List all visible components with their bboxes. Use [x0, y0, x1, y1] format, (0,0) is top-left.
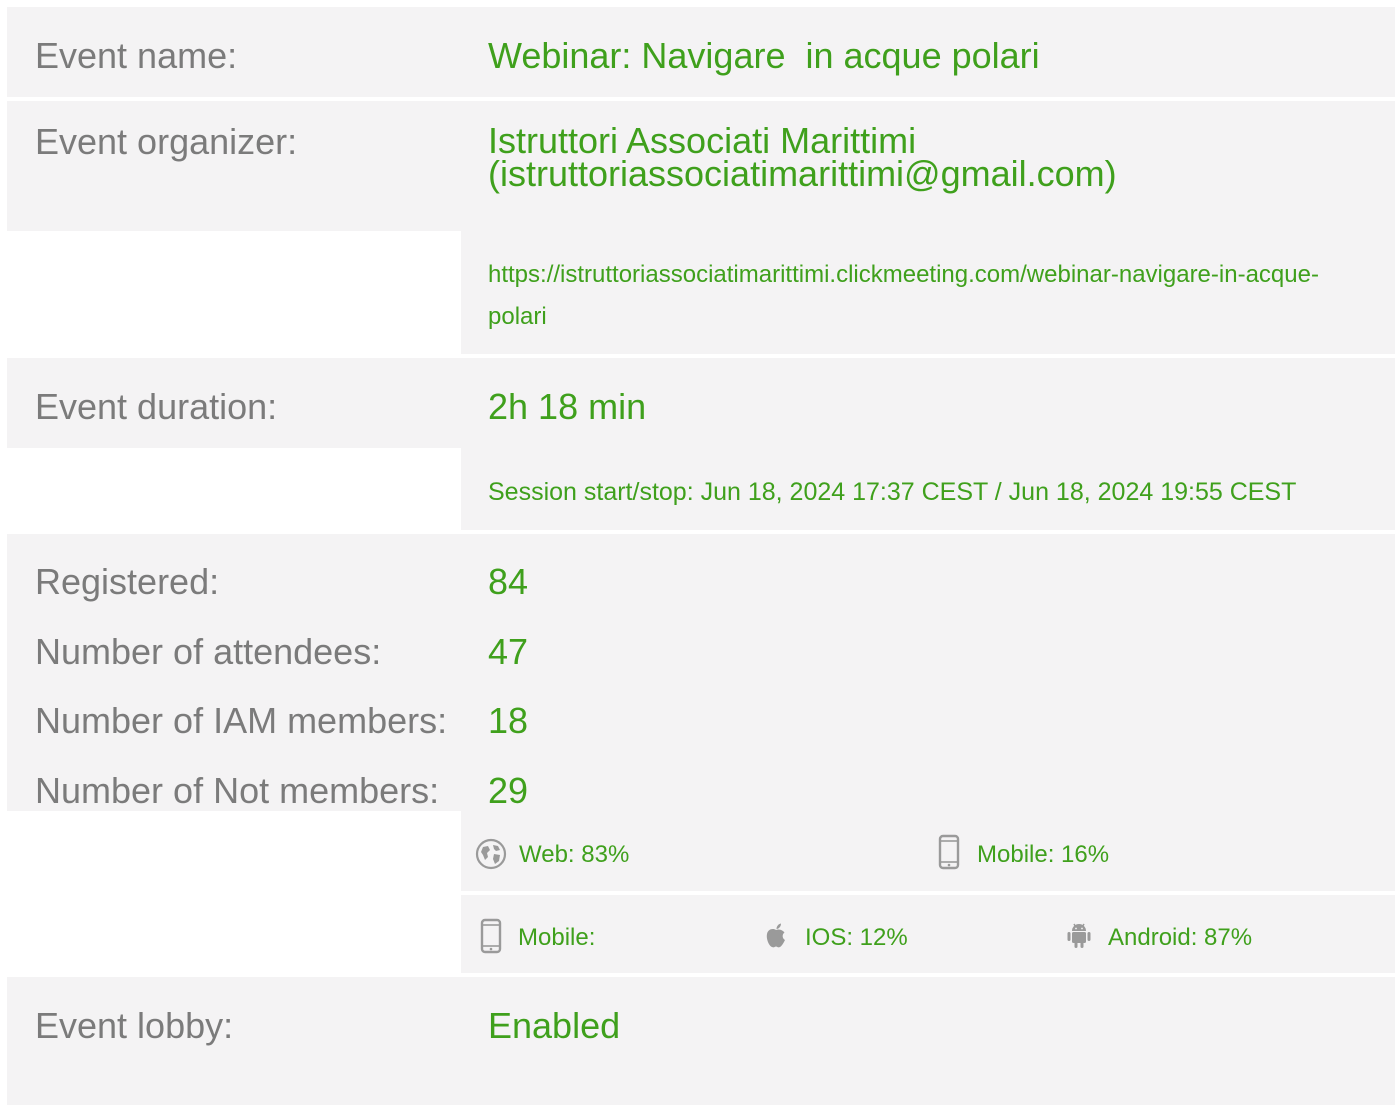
ios-percent: IOS: 12%: [805, 924, 908, 951]
event-lobby-value: Enabled: [488, 1005, 621, 1046]
event-duration-value: 2h 18 min: [488, 386, 647, 427]
registered-label: Registered:: [35, 561, 220, 602]
event-duration-label: Event duration:: [35, 386, 278, 427]
event-organizer-label: Event organizer:: [35, 121, 298, 162]
not-members-label: Number of Not members:: [35, 770, 440, 811]
mobile-percent: Mobile: 16%: [977, 841, 1110, 868]
apple-icon: [764, 923, 788, 949]
event-organizer-value: Istruttori Associati Marittimi (istrutto…: [488, 122, 1117, 195]
mobile-os-row: [461, 895, 1395, 973]
not-members-value: 29: [488, 770, 529, 811]
attendees-value: 47: [488, 631, 529, 672]
session-start-stop: Session start/stop: Jun 18, 2024 17:37 C…: [488, 478, 1297, 506]
event-name-label: Event name:: [35, 35, 238, 76]
iam-members-label: Number of IAM members:: [35, 700, 448, 741]
web-percent: Web: 83%: [519, 841, 630, 868]
android-percent: Android: 87%: [1108, 924, 1253, 951]
attendees-label: Number of attendees:: [35, 631, 382, 672]
event-lobby-label: Event lobby:: [35, 1005, 234, 1046]
event-url-link[interactable]: https://istruttoriassociatimarittimi.cli…: [488, 254, 1368, 338]
registered-value: 84: [488, 561, 529, 602]
iam-members-value: 18: [488, 700, 529, 741]
globe-icon: [475, 838, 507, 870]
mobile-phone-icon: [480, 918, 502, 954]
mobile-os-label: Mobile:: [518, 924, 596, 951]
mobile-phone-icon: [938, 834, 960, 870]
organizer-email: (istruttoriassociatimarittimi@gmail.com): [488, 153, 1117, 195]
android-icon: [1066, 922, 1092, 950]
event-name-value: Webinar: Navigare in acque polari: [488, 35, 1040, 76]
